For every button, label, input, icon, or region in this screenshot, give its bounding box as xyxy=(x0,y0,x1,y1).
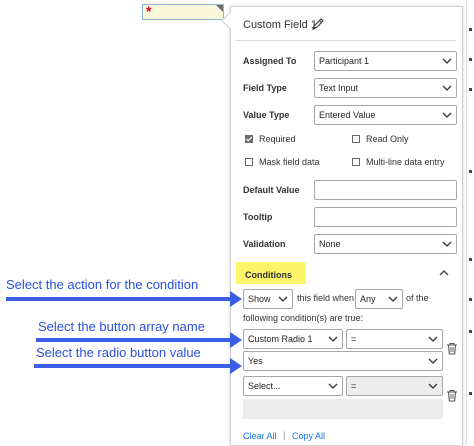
page-edge-mark xyxy=(469,58,472,61)
copy-all-link[interactable]: Copy All xyxy=(292,431,325,441)
page-edge-mark xyxy=(469,392,472,395)
chevron-down-icon xyxy=(442,58,452,64)
of-the-text: of the xyxy=(406,293,429,303)
assigned-to-value: Participant 1 xyxy=(319,56,370,66)
panel-divider xyxy=(236,40,456,41)
condition-operator-value: = xyxy=(351,334,357,344)
multiline-checkbox-label: Multi-line data entry xyxy=(366,157,445,167)
annotation-radio-value: Select the radio button value xyxy=(36,345,201,360)
default-value-input[interactable] xyxy=(314,180,457,200)
chevron-down-icon xyxy=(328,336,338,342)
following-conditions-text: following condition(s) are true: xyxy=(243,313,364,323)
chevron-down-icon xyxy=(442,112,452,118)
condition-operator-select[interactable]: = xyxy=(346,329,443,349)
edit-name-icon[interactable] xyxy=(311,17,325,31)
assigned-to-label: Assigned To xyxy=(243,56,297,66)
page-edge-line xyxy=(466,0,467,445)
condition-value-select-2[interactable] xyxy=(243,399,443,419)
multiline-checkbox[interactable] xyxy=(352,158,360,166)
collapse-conditions-icon[interactable] xyxy=(438,268,450,278)
condition-quantifier-select[interactable]: Any xyxy=(355,289,403,309)
page-edge-mark xyxy=(469,330,472,333)
page-edge-mark xyxy=(469,298,472,301)
annotation-arrow-head xyxy=(230,358,242,374)
annotation-arrow-line xyxy=(36,338,232,342)
mask-field-checkbox[interactable] xyxy=(245,158,253,166)
field-type-select[interactable]: Text Input xyxy=(314,78,457,98)
annotation-arrow-line xyxy=(34,364,232,368)
panel-title: Custom Field 1 xyxy=(243,19,317,31)
page-edge-mark xyxy=(469,170,472,173)
condition-field-select[interactable]: Custom Radio 1 xyxy=(243,329,343,349)
required-marker: * xyxy=(146,3,152,19)
value-type-label: Value Type xyxy=(243,110,290,120)
condition-field-value: Custom Radio 1 xyxy=(248,334,313,344)
footer-separator: | xyxy=(283,430,286,440)
chevron-down-icon xyxy=(428,383,438,389)
annotation-arrow-head xyxy=(230,291,242,307)
conditions-heading: Conditions xyxy=(245,270,292,280)
chevron-down-icon xyxy=(428,336,438,342)
annotation-action: Select the action for the condition xyxy=(6,277,199,292)
chevron-down-icon xyxy=(428,358,438,364)
chevron-down-icon xyxy=(442,241,452,247)
trash-icon[interactable] xyxy=(446,389,458,402)
page-edge-mark xyxy=(469,258,472,261)
annotation-button-array: Select the button array name xyxy=(38,319,205,334)
condition-quantifier-value: Any xyxy=(360,294,376,304)
condition-action-value: Show xyxy=(248,294,271,304)
condition-field-value-2: Select... xyxy=(248,381,281,391)
annotation-arrow-head xyxy=(230,332,242,348)
condition-operator-select-2[interactable]: = xyxy=(346,376,443,396)
validation-select[interactable]: None xyxy=(314,234,457,254)
chevron-down-icon xyxy=(442,85,452,91)
read-only-checkbox[interactable] xyxy=(352,135,360,143)
condition-value-select[interactable]: Yes xyxy=(243,351,443,371)
field-type-label: Field Type xyxy=(243,83,287,93)
default-value-label: Default Value xyxy=(243,185,300,195)
trash-icon[interactable] xyxy=(446,342,458,355)
tooltip-input[interactable] xyxy=(314,207,457,227)
condition-field-select-2[interactable]: Select... xyxy=(243,376,343,396)
condition-operator-value-2: = xyxy=(351,381,357,391)
assigned-to-select[interactable]: Participant 1 xyxy=(314,51,457,71)
field-type-value: Text Input xyxy=(319,83,359,93)
page-edge-mark xyxy=(469,88,472,91)
value-type-select[interactable]: Entered Value xyxy=(314,105,457,125)
custom-field-on-page[interactable]: * xyxy=(142,3,224,20)
required-checkbox-label: Required xyxy=(259,134,296,144)
mask-field-checkbox-label: Mask field data xyxy=(259,157,320,167)
chevron-down-icon xyxy=(278,296,288,302)
validation-value: None xyxy=(319,239,341,249)
condition-value-value: Yes xyxy=(248,356,263,366)
required-checkbox[interactable] xyxy=(245,135,253,143)
read-only-checkbox-label: Read Only xyxy=(366,134,409,144)
chevron-down-icon xyxy=(328,383,338,389)
field-resize-corner[interactable] xyxy=(216,5,223,12)
tooltip-label: Tooltip xyxy=(243,212,273,222)
check-icon xyxy=(246,136,253,142)
clear-all-link[interactable]: Clear All xyxy=(243,431,277,441)
condition-action-select[interactable]: Show xyxy=(243,289,293,309)
value-type-value: Entered Value xyxy=(319,110,376,120)
page-edge-mark xyxy=(469,28,472,31)
chevron-down-icon xyxy=(388,296,398,302)
annotation-arrow-line xyxy=(6,297,232,301)
this-field-when-text: this field when xyxy=(297,293,355,303)
validation-label: Validation xyxy=(243,239,286,249)
